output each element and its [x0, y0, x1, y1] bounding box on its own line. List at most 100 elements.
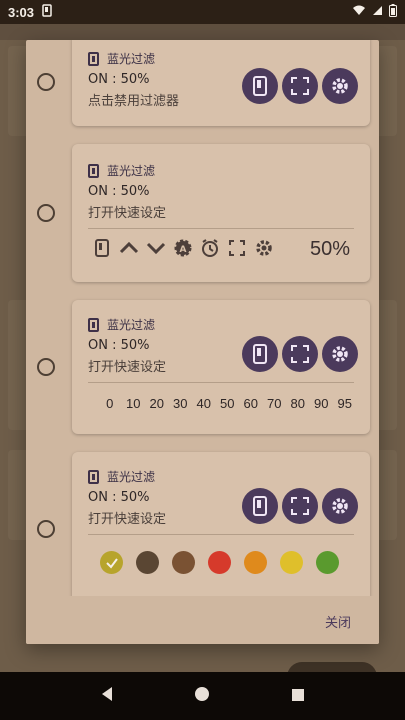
level-option[interactable]: 60: [239, 396, 263, 411]
navigation-bar: [0, 672, 405, 720]
list-item[interactable]: 蓝光过滤 ON : 50% 打开快速设定: [26, 442, 379, 596]
app-icon: [88, 469, 99, 484]
home-icon: [195, 687, 210, 701]
chevron-down-icon: [146, 242, 165, 255]
check-icon: [105, 557, 118, 569]
gear-icon: [332, 78, 348, 94]
intensity-levels: 0 10 20 30 40 50 60 70 80 90 95: [98, 396, 357, 411]
level-option[interactable]: 30: [169, 396, 193, 411]
radio-button[interactable]: [37, 204, 55, 222]
color-swatch[interactable]: [244, 551, 267, 574]
action-hint: 打开快速设定: [88, 206, 167, 221]
notification-header: 蓝光过滤: [88, 468, 155, 485]
status-line: ON : 50%: [88, 338, 150, 353]
notification-header: 蓝光过滤: [88, 162, 155, 179]
fullscreen-button[interactable]: [223, 236, 250, 260]
settings-button[interactable]: [322, 488, 358, 524]
list-item[interactable]: 蓝光过滤 ON : 50% 打开快速设定 A 50%: [26, 136, 379, 290]
color-swatches: [100, 551, 339, 574]
fullscreen-button[interactable]: [282, 68, 318, 104]
app-name: 蓝光过滤: [107, 470, 156, 484]
status-line: ON : 50%: [88, 184, 150, 199]
screen-filter-icon: [94, 239, 109, 257]
action-hint: 打开快速设定: [88, 512, 167, 527]
screen-filter-icon: [253, 344, 267, 364]
level-option[interactable]: 0: [98, 396, 122, 411]
alarm-icon: [201, 239, 218, 257]
close-button[interactable]: 关闭: [325, 612, 351, 631]
background-toolbar: [0, 24, 405, 40]
increase-button[interactable]: [115, 236, 142, 260]
gear-icon: [255, 240, 272, 256]
notification-style-list[interactable]: 蓝光过滤 ON : 50% 点击禁用过滤器 蓝光过滤 ON: 50% 打开快速…: [26, 40, 379, 596]
level-option[interactable]: 70: [263, 396, 287, 411]
dialog-footer: 关闭: [26, 596, 379, 644]
notification-preview-card: 蓝光过滤 ON : 50% 打开快速设定: [72, 452, 370, 596]
divider: [88, 534, 354, 535]
chevron-up-icon: [119, 241, 138, 254]
notification-style-dialog: 蓝光过滤 ON : 50% 点击禁用过滤器 蓝光过滤 ON: 50% 打开快速…: [26, 40, 379, 644]
fullscreen-button[interactable]: [282, 336, 318, 372]
status-bar: 3:03: [0, 0, 405, 24]
recents-icon: [291, 688, 304, 701]
fullscreen-icon: [291, 497, 309, 515]
gear-icon: [332, 498, 348, 514]
screen-filter-icon: [253, 496, 267, 516]
radio-button[interactable]: [37, 73, 55, 91]
svg-text:A: A: [179, 245, 186, 255]
level-option[interactable]: 95: [333, 396, 357, 411]
decrease-button[interactable]: [142, 236, 169, 260]
status-time: 3:03: [8, 4, 35, 20]
timer-button[interactable]: [196, 236, 223, 260]
fullscreen-icon: [228, 240, 245, 256]
color-swatch[interactable]: [280, 551, 303, 574]
list-item[interactable]: 蓝光过滤 ON : 50% 打开快速设定 0 10 20 30 40 50 60…: [26, 290, 379, 442]
color-swatch-selected[interactable]: [100, 551, 123, 574]
action-hint: 打开快速设定: [88, 360, 167, 375]
level-option[interactable]: 80: [286, 396, 310, 411]
color-swatch[interactable]: [136, 551, 159, 574]
home-button[interactable]: [194, 686, 210, 706]
auto-button[interactable]: A: [169, 236, 196, 260]
level-option[interactable]: 90: [310, 396, 334, 411]
app-icon: [88, 163, 99, 178]
intensity-value: 50%: [309, 238, 350, 260]
filter-toggle-button[interactable]: [242, 68, 278, 104]
back-button[interactable]: [100, 686, 114, 706]
app-name: 蓝光过滤: [107, 164, 156, 178]
radio-button[interactable]: [37, 358, 55, 376]
filter-toggle-button[interactable]: [242, 488, 278, 524]
level-option[interactable]: 50: [216, 396, 240, 411]
color-swatch[interactable]: [172, 551, 195, 574]
color-swatch[interactable]: [208, 551, 231, 574]
notification-header: 蓝光过滤: [88, 316, 155, 333]
recents-button[interactable]: [291, 687, 305, 706]
signal-icon: [372, 5, 383, 20]
app-name: 蓝光过滤: [107, 52, 156, 66]
level-option[interactable]: 10: [122, 396, 146, 411]
battery-icon: [389, 3, 397, 21]
radio-button[interactable]: [37, 520, 55, 538]
list-item[interactable]: 蓝光过滤 ON : 50% 点击禁用过滤器: [26, 40, 379, 136]
fullscreen-icon: [291, 345, 309, 363]
level-option[interactable]: 40: [192, 396, 216, 411]
filter-toggle-button[interactable]: [242, 336, 278, 372]
fullscreen-button[interactable]: [282, 488, 318, 524]
screen-filter-icon: [253, 76, 267, 96]
notification-preview-card: 蓝光过滤 ON : 50% 点击禁用过滤器: [72, 40, 370, 126]
notification-preview-card: 蓝光过滤 ON : 50% 打开快速设定 0 10 20 30 40 50 60…: [72, 300, 370, 434]
wifi-icon: [352, 5, 366, 20]
gear-icon: [332, 346, 348, 362]
status-line: ON : 50%: [88, 72, 150, 87]
app-icon: [88, 317, 99, 332]
settings-button[interactable]: [322, 68, 358, 104]
level-option[interactable]: 20: [145, 396, 169, 411]
status-line: ON : 50%: [88, 490, 150, 505]
settings-button[interactable]: [250, 236, 277, 260]
quick-tools-row: A: [88, 236, 277, 260]
filter-toggle-button[interactable]: [88, 236, 115, 260]
settings-button[interactable]: [322, 336, 358, 372]
color-swatch[interactable]: [316, 551, 339, 574]
app-icon: [88, 51, 99, 66]
action-hint: 点击禁用过滤器: [88, 94, 180, 109]
